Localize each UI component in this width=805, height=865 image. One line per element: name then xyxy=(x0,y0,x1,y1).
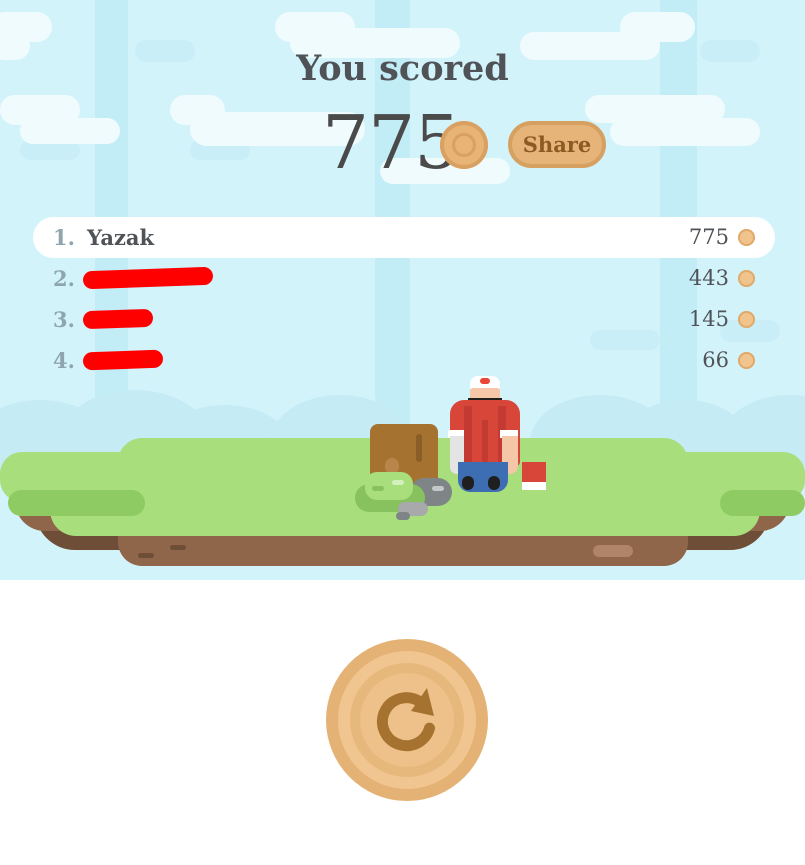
restart-button[interactable] xyxy=(326,639,488,801)
coin-icon xyxy=(738,311,755,328)
coin-icon xyxy=(738,229,755,246)
coin-icon xyxy=(440,121,488,169)
leaderboard-row: 3. 145 xyxy=(33,299,775,340)
leaderboard-row: 1. Yazak 775 xyxy=(33,217,775,258)
redaction-scribble xyxy=(82,349,164,371)
leaderboard-rank: 2. xyxy=(53,266,75,291)
share-button[interactable]: Share xyxy=(508,121,606,168)
lumberjack-character xyxy=(444,374,530,494)
coin-icon xyxy=(738,270,755,287)
leaderboard-rank: 1. xyxy=(53,225,75,250)
leaderboard-row: 2. 443 xyxy=(33,258,775,299)
leaderboard-rank: 3. xyxy=(53,307,75,332)
leaderboard: 1. Yazak 775 2. 443 3. 145 4. 66 xyxy=(33,217,775,381)
leaderboard-name: Yazak xyxy=(87,225,155,250)
leaderboard-row: 4. 66 xyxy=(33,340,775,381)
restart-icon xyxy=(376,688,435,752)
leaderboard-rank: 4. xyxy=(53,348,75,373)
coin-icon xyxy=(738,352,755,369)
leaderboard-score: 145 xyxy=(688,307,729,331)
leaderboard-score: 775 xyxy=(688,225,729,249)
leaderboard-score: 66 xyxy=(702,348,729,372)
score-title: You scored xyxy=(296,48,509,89)
redaction-scribble xyxy=(82,308,154,330)
axe xyxy=(522,462,546,490)
leaderboard-score: 443 xyxy=(688,266,729,290)
redaction-scribble xyxy=(82,266,214,290)
